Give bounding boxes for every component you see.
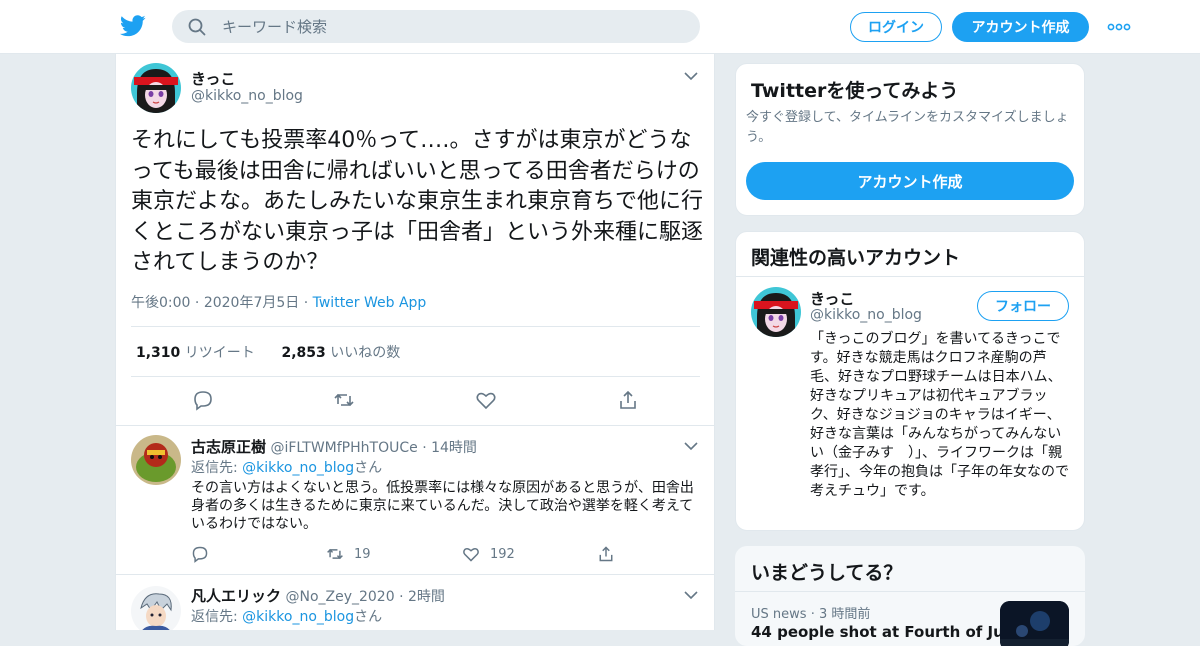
like-count: 2,853 [281, 345, 326, 361]
retweet-action[interactable]: 19 [326, 545, 371, 563]
trends-title: いまどうしてる？ [751, 562, 903, 584]
reply-author-name[interactable]: 凡人エリック [191, 587, 281, 605]
night-scene-image [1000, 601, 1069, 646]
reply-header: 凡人エリック @No_Zey_2020 · 2時間 [191, 585, 445, 606]
search-bar[interactable] [172, 10, 700, 43]
chevron-down-icon[interactable] [684, 71, 698, 81]
tweet-column: きっこ @kikko_no_blog それにしても投票率40％って‥‥。さすがは… [115, 54, 715, 630]
like-count: 192 [490, 546, 515, 562]
retweet-icon [327, 548, 343, 560]
related-accounts-title: 関連性の高いアカウント [751, 247, 961, 269]
signup-button[interactable]: アカウント作成 [952, 12, 1089, 42]
reply-header: 古志原正樹 @iFLTWMfPHhTOUCe · 14時間 [191, 436, 477, 457]
reply-author-name[interactable]: 古志原正樹 [191, 438, 266, 456]
twitter-bird-icon[interactable] [120, 14, 146, 38]
reply-to-label: 返信先: [191, 460, 243, 476]
avatar[interactable] [131, 63, 181, 113]
reply-to-line: 返信先: @kikko_no_blogさん [191, 457, 382, 477]
divider [735, 591, 1085, 592]
chevron-down-icon[interactable] [684, 590, 698, 600]
share-icon[interactable] [617, 389, 639, 411]
tweet-date[interactable]: 2020年7月5日 [204, 295, 299, 311]
trend-meta: US news · 3 時間前 [751, 603, 870, 622]
reply-to-suffix: さん [354, 609, 383, 625]
retweet-count-label: リツイート [184, 345, 255, 361]
like-count-label: いいねの数 [330, 345, 401, 361]
like-heart-icon [463, 547, 479, 562]
tweet-source-app[interactable]: Twitter Web App [313, 295, 427, 311]
tweet-author-handle[interactable]: @kikko_no_blog [191, 88, 303, 104]
retweet-icon[interactable] [333, 389, 355, 411]
related-account-bio: 「きっこのブログ」を書いてるきっこです。好きな競走馬はクロフネ産駒の芦毛、好きな… [810, 331, 1069, 499]
reply-author-handle[interactable]: @No_Zey_2020 [285, 589, 394, 605]
more-dots-icon[interactable] [1107, 18, 1131, 36]
reply-action[interactable] [191, 545, 219, 563]
divider [131, 326, 700, 327]
top-bar: ログイン アカウント作成 [0, 0, 1200, 54]
share-icon [599, 546, 613, 562]
reply-time[interactable]: 14時間 [431, 440, 477, 456]
search-icon [188, 18, 206, 36]
separator-dot: · [190, 295, 204, 311]
trend-thumbnail[interactable] [1000, 601, 1069, 646]
separator-dot: · [299, 295, 313, 311]
retweet-count-link[interactable]: 1,310 リツイート [136, 345, 255, 361]
tweet-time[interactable]: 午後0:00 [131, 295, 190, 311]
reply-to-label: 返信先: [191, 609, 243, 625]
signup-card: Twitterを使ってみよう 今すぐ登録して、タイムラインをカスタマイズしましょ… [735, 63, 1085, 216]
reply-time[interactable]: 2時間 [408, 589, 445, 605]
tweet-timestamp: 午後0:00 · 2020年7月5日 · Twitter Web App [131, 292, 426, 312]
search-input[interactable] [222, 10, 682, 43]
separator-dot: · [810, 607, 815, 622]
divider [131, 376, 700, 377]
reply-to-line: 返信先: @kikko_no_blogさん [191, 606, 382, 626]
trend-headline[interactable]: 44 people shot at Fourth of July [751, 623, 1019, 641]
related-account-name[interactable]: きっこ [810, 288, 854, 309]
related-accounts-card: 関連性の高いアカウント きっこ @kikko_no_blog フォロー 「きっこ… [735, 231, 1085, 531]
avatar[interactable] [751, 287, 801, 337]
follow-button[interactable]: フォロー [977, 291, 1069, 321]
divider [736, 276, 1084, 277]
tweet-stats: 1,310 リツイート 2,853 いいねの数 [136, 342, 400, 362]
trend-category: US news [751, 607, 807, 622]
reply-icon[interactable] [192, 389, 214, 411]
avatar[interactable] [131, 435, 181, 485]
like-heart-icon[interactable] [475, 389, 497, 411]
separator-dot: · [422, 440, 427, 456]
trend-time: 3 時間前 [818, 607, 871, 622]
reply-to-suffix: さん [354, 460, 383, 476]
like-count-link[interactable]: 2,853 いいねの数 [281, 345, 400, 361]
share-action[interactable] [597, 545, 625, 563]
reply-to-link[interactable]: @kikko_no_blog [242, 460, 354, 476]
reply-text: その言い方はよくないと思う。低投票率には様々な原因があると思うが、田舎出身者の多… [191, 480, 694, 532]
login-button[interactable]: ログイン [850, 12, 942, 42]
related-account-handle[interactable]: @kikko_no_blog [810, 307, 922, 323]
reply-icon [192, 546, 208, 563]
retweet-count: 1,310 [136, 345, 181, 361]
reply-author-handle[interactable]: @iFLTWMfPHhTOUCe [270, 440, 417, 456]
signup-card-subtitle: 今すぐ登録して、タイムラインをカスタマイズしましょう。 [746, 110, 1069, 145]
divider [116, 425, 714, 426]
chevron-down-icon[interactable] [684, 441, 698, 451]
divider [116, 574, 714, 575]
avatar[interactable] [131, 586, 181, 630]
signup-card-title: Twitterを使ってみよう [751, 80, 959, 102]
retweet-count: 19 [354, 546, 371, 562]
tweet-author-name[interactable]: きっこ [191, 68, 235, 89]
signup-card-button[interactable]: アカウント作成 [746, 162, 1074, 200]
trends-card: いまどうしてる？ US news · 3 時間前 44 people shot … [735, 546, 1085, 646]
like-action[interactable]: 192 [462, 545, 515, 563]
tweet-text: それにしても投票率40％って‥‥。さすがは東京がどうなっても最後は田舎に帰ればい… [131, 128, 704, 275]
separator-dot: · [399, 589, 404, 605]
reply-to-link[interactable]: @kikko_no_blog [242, 609, 354, 625]
